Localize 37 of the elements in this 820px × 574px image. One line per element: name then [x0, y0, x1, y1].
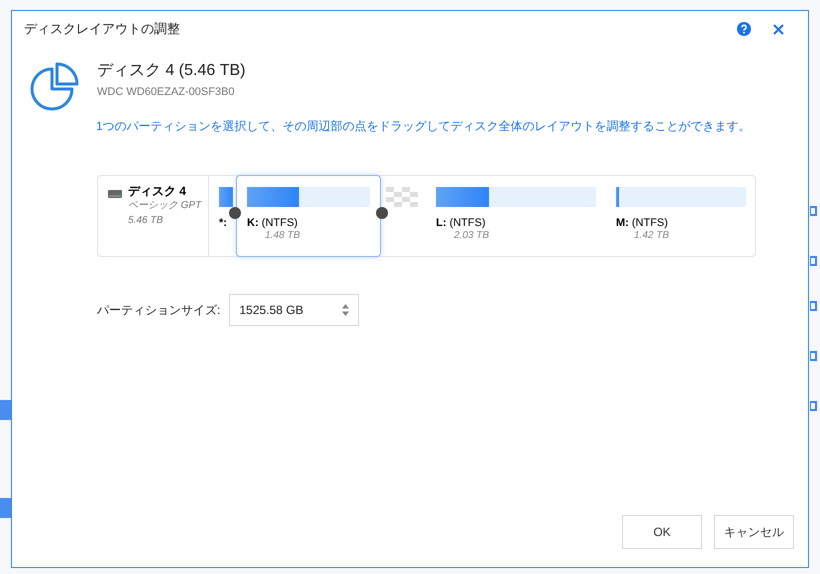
resize-handle[interactable]: [376, 207, 388, 219]
partition[interactable]: L: (NTFS) 2.03 TB: [426, 176, 606, 256]
help-icon[interactable]: [737, 22, 751, 36]
partition-size: 2.03 TB: [453, 230, 490, 242]
partition-label: M: (NTFS): [616, 216, 669, 230]
partition-label: K: (NTFS): [247, 216, 299, 230]
hard-drive-icon: [108, 190, 122, 198]
toolbar-icon[interactable]: [810, 255, 818, 267]
instruction-text: 1つのパーティションを選択して、その周辺部の点をドラッグしてディスク全体のレイアウトを調整することができます。: [96, 118, 752, 135]
partition[interactable]: *:: [209, 176, 236, 256]
resize-handle[interactable]: [229, 207, 241, 219]
disk-model: WDC WD60EZAZ-00SF3B0: [97, 85, 236, 100]
partition-label: *:: [219, 216, 228, 230]
disk-size: 5.46 TB: [128, 214, 164, 228]
disk-name: ディスク 4: [128, 184, 188, 199]
cancel-button[interactable]: キャンセル: [714, 515, 794, 549]
spinner-icon[interactable]: [342, 304, 350, 316]
partition-size-label: パーティションサイズ:: [97, 302, 220, 319]
disk-title: ディスク 4 (5.46 TB): [97, 61, 246, 81]
row-highlight: [0, 498, 11, 518]
partition-size: 1.42 TB: [633, 230, 670, 242]
dialog-title: ディスクレイアウトの調整: [24, 20, 180, 38]
partition-size: 1.48 TB: [264, 230, 302, 242]
partition-label: L: (NTFS): [436, 216, 486, 230]
unallocated-pattern: [386, 187, 418, 207]
toolbar-icon[interactable]: [810, 300, 818, 312]
toolbar-icon[interactable]: [810, 400, 818, 412]
partition-size-field[interactable]: 1525.58 GB: [229, 294, 360, 326]
toolbar-icon[interactable]: [810, 205, 818, 217]
disk-type: ベーシック GPT: [128, 199, 202, 213]
row-highlight: [0, 400, 11, 420]
close-icon[interactable]: [773, 24, 784, 34]
toolbar-icon[interactable]: [810, 350, 818, 362]
pie-chart-icon: [29, 61, 81, 113]
partition[interactable]: M: (NTFS) 1.42 TB: [606, 176, 756, 256]
selected-partition[interactable]: K: (NTFS) 1.48 TB: [236, 175, 381, 257]
ok-button[interactable]: OK: [622, 515, 702, 549]
